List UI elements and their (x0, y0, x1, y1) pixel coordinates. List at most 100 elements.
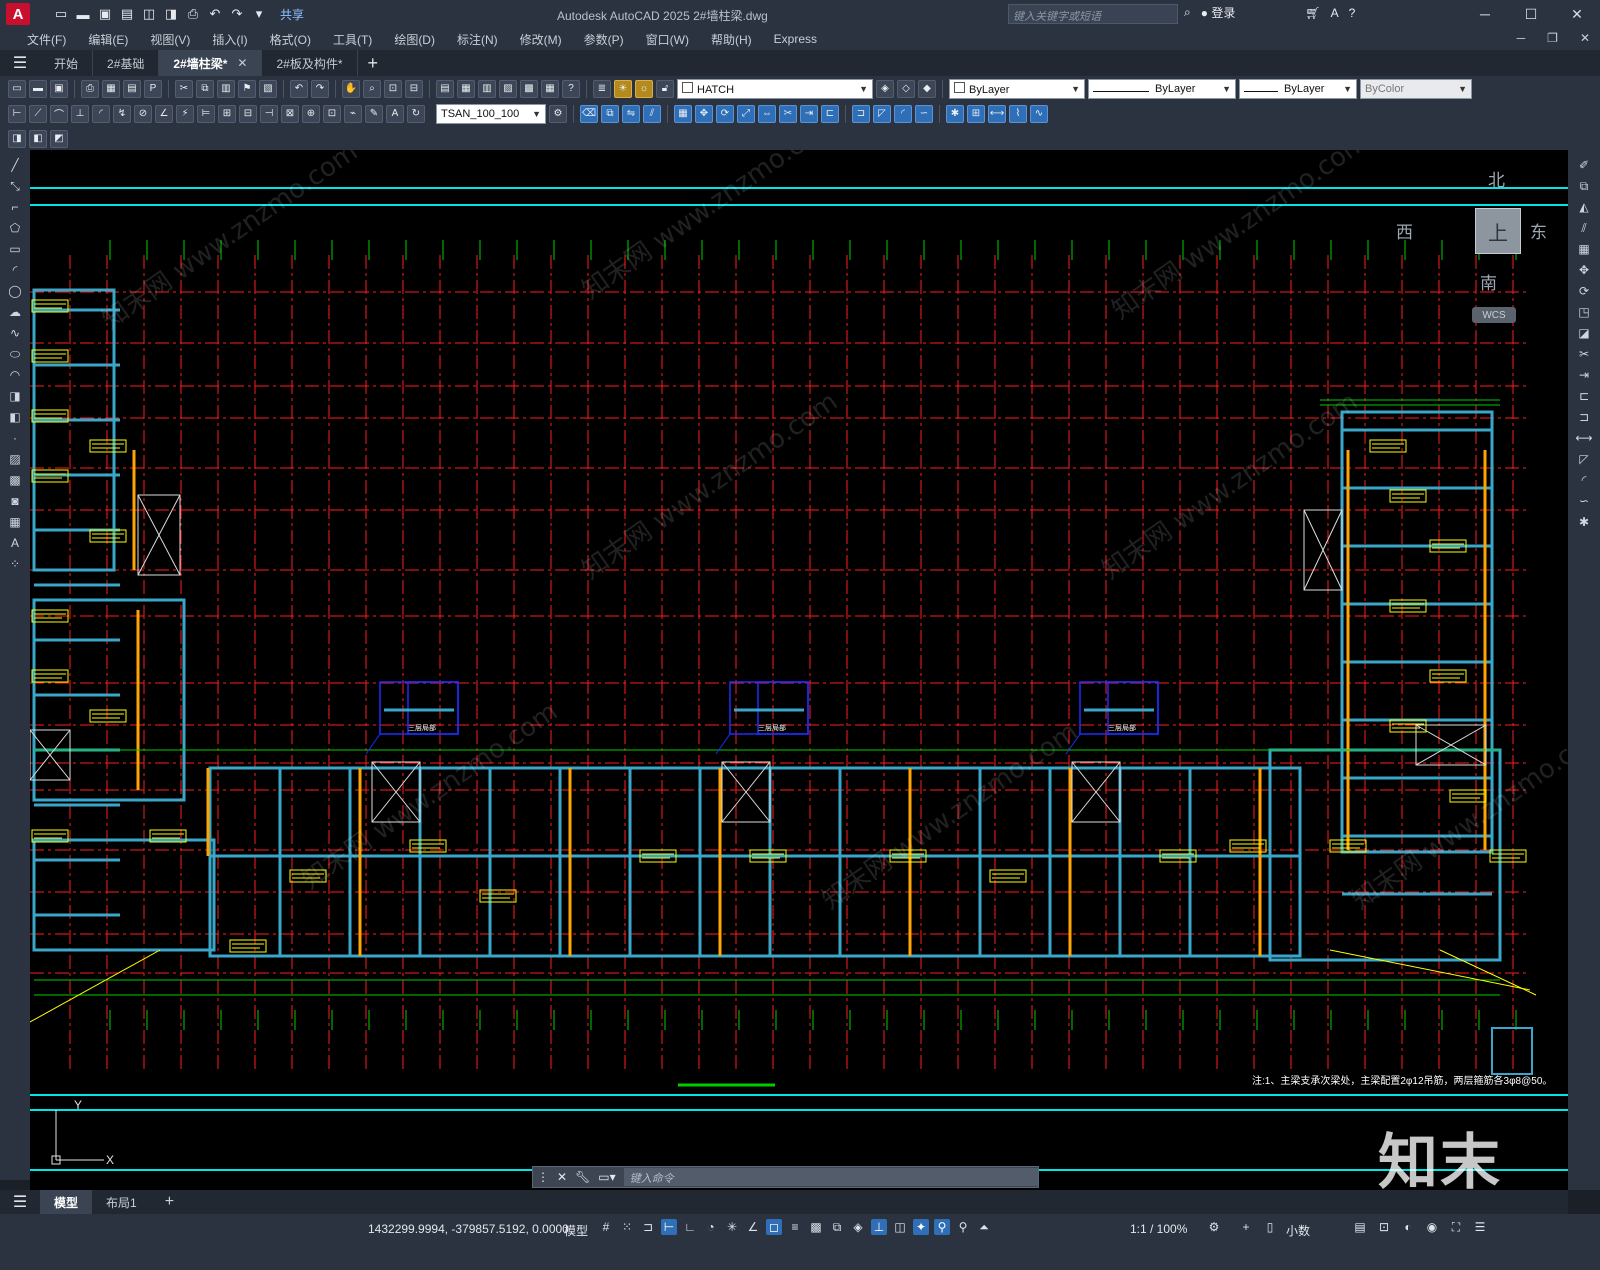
trim-icon[interactable]: ✂ (1575, 345, 1593, 363)
dimstyle-manager-icon[interactable]: ⚙ (549, 104, 567, 123)
viewcube-top-face[interactable]: 上 (1475, 208, 1521, 254)
stretch-icon[interactable]: ⇔ (758, 104, 776, 123)
open-icon[interactable]: ▬ (29, 79, 47, 98)
doc-close-icon[interactable]: ✕ (1580, 31, 1590, 45)
rotate-icon[interactable]: ⟳ (716, 104, 734, 123)
gradient-icon[interactable]: ▩ (6, 471, 24, 489)
menu-help[interactable]: 帮助(H) (700, 31, 763, 48)
dynamic-ucs-icon[interactable]: ⊥ (871, 1219, 887, 1235)
minimize-icon[interactable]: ─ (1462, 0, 1508, 28)
copy-icon[interactable]: ⧉ (196, 79, 214, 98)
pan-icon[interactable]: ✋ (342, 79, 360, 98)
dim-edit-icon[interactable]: ✎ (365, 104, 383, 123)
lineweight-dropdown[interactable]: ByLayer ▼ (1239, 78, 1357, 99)
object-snap-icon[interactable]: ◻ (766, 1219, 782, 1235)
print-icon[interactable]: ⎙ (184, 5, 202, 23)
group-icon[interactable]: ◩ (50, 129, 68, 148)
rectangle-icon[interactable]: ▭ (6, 240, 24, 258)
linetype-dropdown[interactable]: ByLayer ▼ (1088, 78, 1236, 99)
blend-icon[interactable]: ∽ (915, 104, 933, 123)
tool-palettes-icon[interactable]: ▥ (478, 79, 496, 98)
tab-slab-components[interactable]: 2#板及构件* (262, 50, 358, 76)
make-current-layer-icon[interactable]: ◈ (876, 79, 894, 98)
close-icon[interactable]: ✕ (1554, 0, 1600, 28)
continue-icon[interactable]: ⊞ (218, 104, 236, 123)
units-icon[interactable]: ▯ (1262, 1219, 1278, 1235)
search-icon[interactable]: ⌕ (1184, 5, 1191, 20)
customize-wrench-icon[interactable]: 🔧︎ (575, 1170, 590, 1184)
linear-dim-icon[interactable]: ⊢ (8, 104, 26, 123)
make-block-icon[interactable]: ◧ (6, 408, 24, 426)
baseline-icon[interactable]: ⊨ (197, 104, 215, 123)
lengthen-icon[interactable]: ⟷ (988, 104, 1006, 123)
command-grip-icon[interactable]: ⋮ (537, 1170, 549, 1184)
graphics-performance-icon[interactable]: ◉ (1424, 1219, 1440, 1235)
menu-tools[interactable]: 工具(T) (322, 31, 383, 48)
save-icon[interactable]: ▣ (50, 79, 68, 98)
menu-file[interactable]: 文件(F) (16, 31, 77, 48)
customization-icon[interactable]: ☰ (1472, 1219, 1488, 1235)
line-icon[interactable]: ╱ (6, 156, 24, 174)
zoom-previous-icon[interactable]: ⊟ (405, 79, 423, 98)
polyline-icon[interactable]: ⌐ (6, 198, 24, 216)
undo-icon[interactable]: ↶ (206, 5, 224, 23)
layer-dropdown[interactable]: HATCH ▼ (677, 78, 873, 99)
layer-on-icon[interactable]: ☀ (614, 79, 632, 98)
menu-dimension[interactable]: 标注(N) (446, 31, 509, 48)
lock-ui-icon[interactable]: ⊡ (1376, 1219, 1392, 1235)
save-as-icon[interactable]: ▤ (118, 5, 136, 23)
dim-update-icon[interactable]: ↻ (407, 104, 425, 123)
spline-icon[interactable]: ∿ (6, 324, 24, 342)
explode-icon[interactable]: ✱ (946, 104, 964, 123)
object-snap-tracking-icon[interactable]: ∠ (745, 1219, 761, 1235)
tab-model[interactable]: 模型 (40, 1190, 93, 1214)
share-button[interactable]: 共享 (280, 6, 304, 23)
align-icon[interactable]: ⊞ (967, 104, 985, 123)
polygon-icon[interactable]: ⬠ (6, 219, 24, 237)
array-icon[interactable]: ▦ (1575, 240, 1593, 258)
circle-icon[interactable]: ◯ (6, 282, 24, 300)
pdf-icon[interactable]: P (144, 79, 162, 98)
coordinate-readout[interactable]: 1432299.9994, -379857.5192, 0.0000 (368, 1222, 569, 1236)
extend-icon[interactable]: ⇥ (800, 104, 818, 123)
offset-icon[interactable]: ⫽ (643, 104, 661, 123)
menu-draw[interactable]: 绘图(D) (383, 31, 446, 48)
viewcube[interactable]: 北 西 东 南 上 WCS (1396, 170, 1562, 323)
customize-dropdown-icon[interactable]: ▾ (250, 5, 268, 23)
break-at-point-icon[interactable]: ⊏ (1575, 387, 1593, 405)
model-space-toggle[interactable]: 模型 (564, 1222, 588, 1239)
jogged-linear-icon[interactable]: ⌁ (344, 104, 362, 123)
tab-start[interactable]: 开始 (40, 50, 94, 76)
match-properties-icon[interactable]: ⚑ (238, 79, 256, 98)
menu-window[interactable]: 窗口(W) (635, 31, 700, 48)
table-icon[interactable]: ▦ (6, 513, 24, 531)
isolate-objects-icon[interactable]: ◐ (1400, 1219, 1416, 1235)
erase-icon[interactable]: ✐ (1575, 156, 1593, 174)
drawing-canvas[interactable]: 三层局部 三层局部 三层局部 知末网 www.znzmo.com 知末网 www.znz… (30, 150, 1568, 1190)
ordinate-icon[interactable]: ⊥ (71, 104, 89, 123)
extend-icon[interactable]: ⇥ (1575, 366, 1593, 384)
lineweight-icon[interactable]: ≡ (787, 1219, 803, 1235)
design-center-icon[interactable]: ▦ (457, 79, 475, 98)
quick-properties-icon[interactable]: ▤ (1352, 1219, 1368, 1235)
revision-cloud-icon[interactable]: ☁ (6, 303, 24, 321)
insert-block-icon[interactable]: ◨ (8, 129, 26, 148)
aligned-dim-icon[interactable]: ⟋ (29, 104, 47, 123)
new-file-icon[interactable]: ▭ (52, 5, 70, 23)
viewcube-north[interactable]: 北 (1488, 166, 1505, 191)
autodesk-app-icon[interactable]: A (1331, 6, 1339, 20)
fillet-icon[interactable]: ◜ (1575, 471, 1593, 489)
help-search-input[interactable]: 键入关键字或短语 (1008, 4, 1178, 24)
publish-icon[interactable]: ▤ (123, 79, 141, 98)
edit-attribute-icon[interactable]: ◧ (29, 129, 47, 148)
menu-express[interactable]: Express (763, 32, 828, 46)
jogged-icon[interactable]: ↯ (113, 104, 131, 123)
layer-previous-icon[interactable]: ◇ (897, 79, 915, 98)
open-web-icon[interactable]: ◫ (140, 5, 158, 23)
zoom-window-icon[interactable]: ⊡ (384, 79, 402, 98)
viewcube-west[interactable]: 西 (1396, 218, 1413, 243)
close-command-icon[interactable]: ✕ (557, 1170, 567, 1184)
edit-spline-icon[interactable]: ∿ (1030, 104, 1048, 123)
mirror-icon[interactable]: ⇋ (622, 104, 640, 123)
radius-icon[interactable]: ◜ (92, 104, 110, 123)
